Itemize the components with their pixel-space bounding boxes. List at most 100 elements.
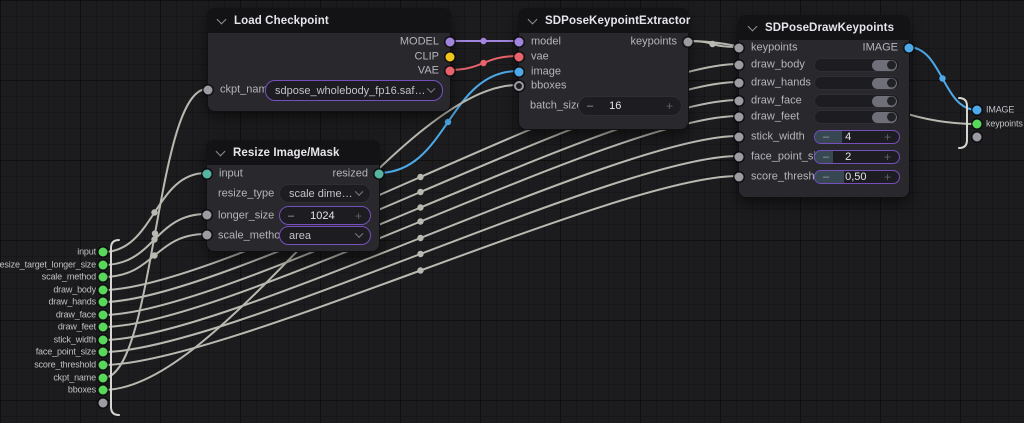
increment-button[interactable]: + (876, 130, 899, 144)
subgraph-input-dot-input[interactable] (99, 248, 108, 257)
widget-stick-width[interactable]: –4+ (814, 130, 900, 144)
input-slot-model[interactable] (515, 38, 524, 47)
node-resize-image-mask[interactable]: Resize Image/Maskinputresizedresize_type… (206, 140, 380, 252)
input-slot-vae[interactable] (515, 53, 524, 62)
input-slot-scale-method[interactable] (203, 231, 212, 240)
widget-label-batch-size: batch_size (530, 101, 583, 112)
widget-draw-body[interactable] (814, 58, 900, 72)
subgraph-input-label-draw-face: draw_face (0, 311, 96, 320)
subgraph-input-dot-score-threshold[interactable] (99, 361, 108, 370)
decrement-button[interactable]: – (280, 210, 302, 222)
toggle-knob[interactable] (887, 79, 896, 88)
input-slot-stick-width[interactable] (735, 133, 744, 142)
input-slot-face-point-size[interactable] (735, 153, 744, 162)
subgraph-input-dot-resize-target-longer-size[interactable] (99, 261, 108, 270)
widget-resize-type[interactable]: scale dimen... (279, 184, 371, 203)
output-slot-vae[interactable] (446, 67, 455, 76)
collapse-chevron-icon[interactable] (217, 14, 227, 24)
node-header[interactable]: Resize Image/Mask (206, 140, 380, 165)
increment-button[interactable]: + (876, 170, 899, 184)
widget-label-resize-type: resize_type (218, 188, 274, 199)
widget-face-point-size[interactable]: –2+ (814, 150, 900, 164)
subgraph-input-label-draw-body: draw_body (0, 286, 96, 295)
input-slot-bboxes[interactable] (514, 81, 524, 91)
widget-label-longer-size: longer_size (218, 210, 274, 221)
input-slot-keypoints[interactable] (735, 44, 744, 53)
subgraph-input-dot-empty[interactable] (99, 399, 108, 408)
node-graph-canvas[interactable]: inputresize_target_longer_sizescale_meth… (0, 0, 1024, 423)
output-slot-resized[interactable] (375, 170, 384, 179)
node-header[interactable]: Load Checkpoint (207, 8, 451, 33)
widget-draw-hands[interactable] (814, 76, 900, 90)
subgraph-input-dot-ckpt-name[interactable] (99, 374, 108, 383)
output-slot-clip[interactable] (446, 53, 455, 62)
chevron-down-icon[interactable] (354, 188, 362, 196)
stepper-value: 16 (609, 100, 621, 112)
input-slot-score-threshold[interactable] (735, 173, 744, 182)
node-sdposekeypointextractor[interactable]: SDPoseKeypointExtractormodelvaeimagebbox… (518, 8, 689, 130)
subgraph-output-dot-keypoints[interactable] (973, 120, 982, 129)
subgraph-input-label-draw-feet: draw_feet (0, 323, 96, 332)
subgraph-input-dot-scale-method[interactable] (99, 273, 108, 282)
widget-score-threshold[interactable]: –0,50+ (814, 170, 900, 184)
input-slot-ckpt-name[interactable] (204, 86, 213, 95)
toggle-knob[interactable] (887, 97, 896, 106)
node-header[interactable]: SDPoseKeypointExtractor (518, 8, 689, 33)
widget-longer-size[interactable]: –1024+ (279, 206, 371, 225)
subgraph-input-dot-bboxes[interactable] (99, 386, 108, 395)
widget-draw-feet[interactable] (814, 110, 900, 124)
increment-button[interactable]: + (876, 150, 899, 164)
toggle-track[interactable] (872, 96, 897, 107)
input-slot-longer-size[interactable] (203, 211, 212, 220)
toggle-knob[interactable] (887, 113, 896, 122)
node-load-checkpoint[interactable]: Load Checkpointckpt_nameMODELCLIPVAEsdpo… (207, 8, 451, 112)
input-slot-draw-hands[interactable] (735, 79, 744, 88)
input-slot-draw-face[interactable] (735, 97, 744, 106)
subgraph-input-dot-draw-face[interactable] (99, 311, 108, 320)
increment-button[interactable]: + (658, 99, 681, 113)
subgraph-input-dot-stick-width[interactable] (99, 336, 108, 345)
output-slot-model[interactable] (446, 38, 455, 47)
output-slot-label-model: MODEL (400, 37, 439, 48)
input-slot-image[interactable] (515, 68, 524, 77)
subgraph-input-label-ckpt-name: ckpt_name (0, 374, 96, 383)
collapse-chevron-icon[interactable] (748, 21, 758, 31)
input-slot-input[interactable] (203, 170, 212, 179)
collapse-chevron-icon[interactable] (216, 146, 226, 156)
subgraph-input-dot-draw-feet[interactable] (99, 323, 108, 332)
widget-scale-method[interactable]: area (279, 226, 371, 245)
subgraph-input-dot-draw-hands[interactable] (99, 298, 108, 307)
subgraph-output-label-keypoints: keypoints (986, 120, 1023, 129)
increment-button[interactable]: + (347, 209, 370, 223)
decrement-button[interactable]: – (579, 100, 601, 112)
toggle-knob[interactable] (887, 61, 896, 70)
decrement-button[interactable]: – (815, 131, 837, 143)
subgraph-output-dot-empty[interactable] (973, 133, 982, 142)
decrement-button[interactable]: – (815, 171, 837, 183)
output-slot-label-clip: CLIP (415, 52, 439, 63)
decrement-button[interactable]: – (815, 151, 837, 163)
subgraph-input-dot-draw-body[interactable] (99, 286, 108, 295)
collapse-chevron-icon[interactable] (528, 14, 538, 24)
subgraph-output-dot-image[interactable] (973, 106, 982, 115)
subgraph-input-label-face-point-size: face_point_size (0, 348, 96, 357)
combo-value: scale dimen... (280, 188, 356, 200)
chevron-down-icon[interactable] (426, 85, 434, 93)
output-slot-keypoints[interactable] (684, 38, 693, 47)
output-slot-label-image: IMAGE (863, 43, 898, 54)
node-header[interactable]: SDPoseDrawKeypoints (738, 15, 910, 40)
input-slot-label-draw-body: draw_body (751, 60, 805, 71)
output-slot-image[interactable] (905, 44, 914, 53)
widget-ckpt-name[interactable]: sdpose_wholebody_fp16.safeten... (265, 80, 443, 101)
input-slot-label-draw-hands: draw_hands (751, 78, 811, 89)
subgraph-input-dot-face-point-size[interactable] (99, 348, 108, 357)
widget-batch-size[interactable]: –16 + (578, 96, 682, 116)
chevron-down-icon[interactable] (354, 230, 362, 238)
toggle-track[interactable] (872, 78, 897, 89)
node-sdposedrawkeypoints[interactable]: SDPoseDrawKeypointskeypointsdraw_bodydra… (738, 15, 910, 198)
input-slot-draw-feet[interactable] (735, 113, 744, 122)
toggle-track[interactable] (872, 112, 897, 123)
input-slot-draw-body[interactable] (735, 61, 744, 70)
toggle-track[interactable] (872, 60, 897, 71)
widget-draw-face[interactable] (814, 94, 900, 108)
